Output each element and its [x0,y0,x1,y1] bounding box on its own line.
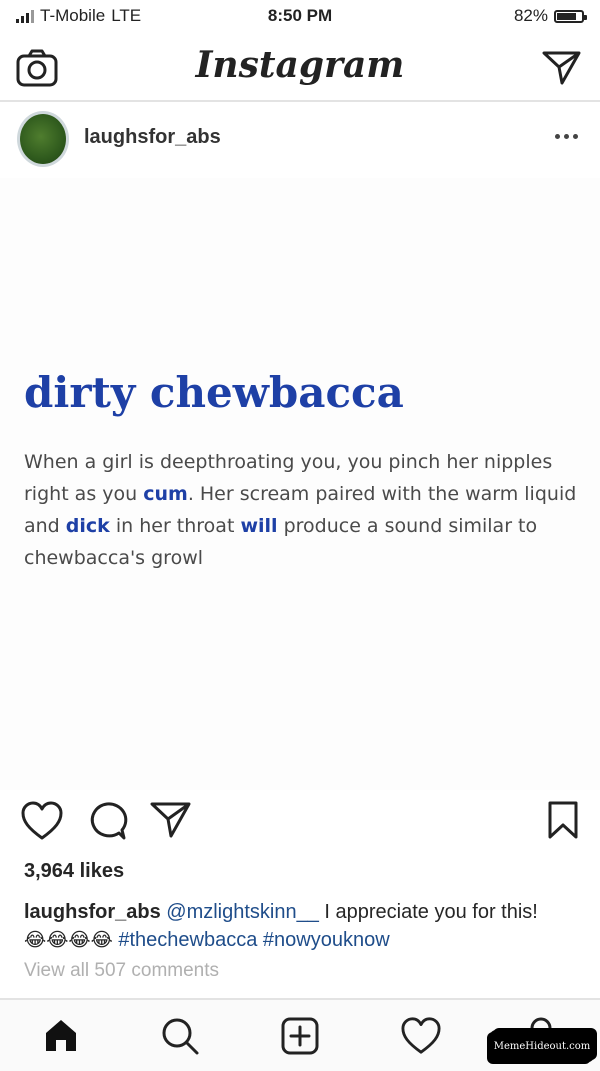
caption-hashtag[interactable]: #thechewbacca [118,929,257,951]
avatar[interactable] [20,114,66,164]
caption-username[interactable]: laughsfor_abs [24,901,161,923]
caption-hashtag[interactable]: #nowyouknow [263,929,390,951]
nav-bar: Instagram [0,34,600,102]
view-comments-link[interactable]: View all 507 comments [24,960,219,982]
add-post-icon[interactable] [280,1016,320,1061]
more-options-icon[interactable] [555,134,578,139]
definition-text-segment: in her throat [109,515,241,537]
status-time: 8:50 PM [267,6,333,25]
share-icon[interactable] [150,800,192,845]
heart-icon[interactable] [20,800,64,847]
watermark: MemeHideout.com [490,1030,594,1062]
definition-link-word[interactable]: will [240,515,277,537]
caption-mention[interactable]: @mzlightskinn__ [166,901,319,923]
activity-heart-icon[interactable] [400,1016,442,1061]
post-caption: laughsfor_abs @mzlightskinn__ I apprecia… [24,898,584,954]
post-header: laughsfor_abs [0,104,600,174]
direct-message-icon[interactable] [542,50,582,91]
bookmark-icon[interactable] [546,800,580,845]
instagram-logo: Instagram [195,44,405,86]
post-image: dirty chewbacca When a girl is deepthroa… [0,178,600,790]
definition-link-word[interactable]: cum [143,483,188,505]
home-icon[interactable] [42,1016,80,1059]
status-right: 82% [513,6,587,26]
search-icon[interactable] [160,1016,200,1061]
post-actions [0,800,600,850]
definition-title: dirty chewbacca [24,368,404,417]
laughing-emoji-icon: 😂😂😂😂 [24,930,113,951]
definition-link-word[interactable]: dick [66,515,110,537]
caption-text: I appreciate you for this! [318,901,538,923]
status-bar: T-Mobile LTE 8:50 PM 82% [0,0,600,34]
post-username[interactable]: laughsfor_abs [84,126,221,149]
battery-percent: 82% [513,6,548,25]
comment-icon[interactable] [86,800,128,847]
definition-body: When a girl is deepthroating you, you pi… [24,446,580,574]
likes-count[interactable]: 3,964 likes [24,860,124,883]
battery-fill [557,12,577,20]
battery-icon [554,9,587,23]
